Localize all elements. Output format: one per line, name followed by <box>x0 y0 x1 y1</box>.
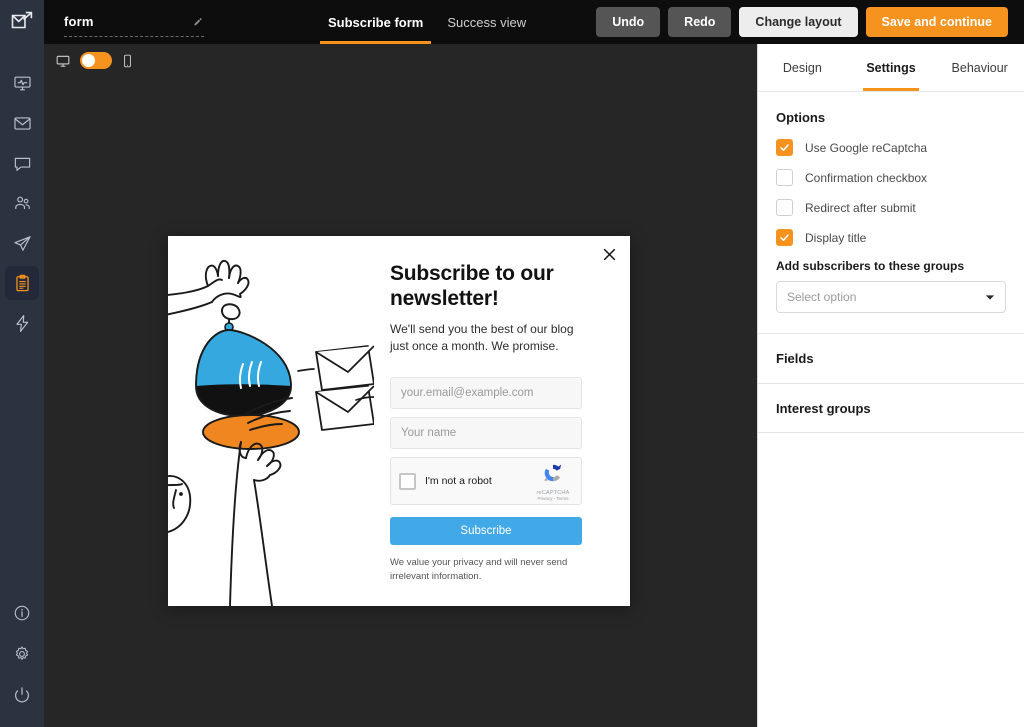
option-label: Display title <box>805 231 866 245</box>
option-confirmation-checkbox[interactable]: Confirmation checkbox <box>776 169 1006 186</box>
tab-design[interactable]: Design <box>758 44 847 91</box>
gear-icon <box>13 645 31 663</box>
recaptcha-legal-text: Privacy - Terms <box>531 496 575 501</box>
tab-design-label: Design <box>783 61 822 75</box>
email-field-placeholder: your.email@example.com <box>401 387 533 399</box>
checkmark-icon <box>779 232 790 243</box>
option-label: Confirmation checkbox <box>805 171 927 185</box>
form-clipboard-icon <box>13 274 32 293</box>
change-layout-button[interactable]: Change layout <box>739 7 857 37</box>
accordion-interest-groups[interactable]: Interest groups <box>758 383 1024 433</box>
accordion-interest-groups-label: Interest groups <box>776 401 871 416</box>
popup-close-button[interactable] <box>600 245 618 263</box>
automation-bolt-icon <box>13 314 32 333</box>
recaptcha-label: I'm not a robot <box>425 475 492 487</box>
subscribers-people-icon <box>13 194 32 213</box>
option-use-google-recaptcha[interactable]: Use Google reCaptcha <box>776 139 1006 156</box>
options-heading: Options <box>776 110 1006 125</box>
rail-bottom-items <box>0 596 44 719</box>
top-bar-actions: Undo Redo Change layout Save and continu… <box>596 0 1008 44</box>
display-title-checkbox[interactable] <box>776 229 793 246</box>
toggle-knob <box>82 54 95 67</box>
sidebar-item-dashboard[interactable] <box>5 66 39 100</box>
form-name-input[interactable]: form <box>64 7 204 37</box>
tab-settings[interactable]: Settings <box>847 44 936 91</box>
settings-panel: Design Settings Behaviour Options Use Go… <box>757 44 1024 727</box>
groups-select-value: Select option <box>787 290 985 304</box>
tab-behaviour[interactable]: Behaviour <box>935 44 1024 91</box>
left-navigation-rail <box>0 0 44 727</box>
chevron-down-icon <box>985 294 995 301</box>
info-circle-icon <box>13 604 31 622</box>
popup-form-content: Subscribe to our newsletter! We'll send … <box>374 236 630 606</box>
popup-illustration <box>168 236 374 606</box>
recaptcha-widget[interactable]: I'm not a robot reCAPTCHA Privacy - Term… <box>390 457 582 505</box>
chat-bubble-icon <box>13 154 32 173</box>
hands-lifting-cloche-with-envelopes-illustration-icon <box>168 236 374 606</box>
form-name-value: form <box>64 14 193 29</box>
device-toggle-switch[interactable] <box>80 52 112 69</box>
redo-button[interactable]: Redo <box>668 7 731 37</box>
tab-success-view-label: Success view <box>447 15 526 30</box>
groups-select[interactable]: Select option <box>776 281 1006 313</box>
name-field[interactable]: Your name <box>390 417 582 449</box>
confirmation-checkbox[interactable] <box>776 169 793 186</box>
accordion-fields-label: Fields <box>776 351 814 366</box>
dashboard-monitor-icon <box>13 74 32 93</box>
email-field[interactable]: your.email@example.com <box>390 377 582 409</box>
undo-button[interactable]: Undo <box>596 7 660 37</box>
sidebar-item-automation[interactable] <box>5 306 39 340</box>
pencil-icon[interactable] <box>193 17 202 26</box>
popup-privacy-note: We value your privacy and will never sen… <box>390 556 570 584</box>
tab-success-view[interactable]: Success view <box>435 0 538 44</box>
sidebar-item-campaigns[interactable] <box>5 106 39 140</box>
logout-button[interactable] <box>5 678 39 712</box>
popup-subtitle: We'll send you the best of our blog just… <box>390 321 580 356</box>
subscribe-button[interactable]: Subscribe <box>390 517 582 545</box>
device-preview-toggle <box>56 52 133 69</box>
tab-subscribe-form-label: Subscribe form <box>328 15 423 30</box>
popup-title: Subscribe to our newsletter! <box>390 262 560 312</box>
mobile-phone-icon[interactable] <box>122 54 133 68</box>
option-redirect-after-submit[interactable]: Redirect after submit <box>776 199 1006 216</box>
sidebar-item-subscribers[interactable] <box>5 186 39 220</box>
envelope-icon <box>13 114 32 133</box>
name-field-placeholder: Your name <box>401 427 456 439</box>
canvas-view-tabs: Subscribe form Success view <box>316 0 538 44</box>
settings-button[interactable] <box>5 637 39 671</box>
groups-field-label: Add subscribers to these groups <box>776 259 1006 273</box>
recaptcha-icon <box>542 462 564 484</box>
sidebar-item-send[interactable] <box>5 226 39 260</box>
recaptcha-checkbox[interactable] <box>399 473 416 490</box>
tab-subscribe-form[interactable]: Subscribe form <box>316 0 435 44</box>
option-label: Redirect after submit <box>805 201 916 215</box>
option-display-title[interactable]: Display title <box>776 229 1006 246</box>
form-preview-canvas: Subscribe to our newsletter! We'll send … <box>44 44 757 727</box>
use-google-recaptcha-checkbox[interactable] <box>776 139 793 156</box>
options-section: Options Use Google reCaptcha Confirmatio… <box>758 92 1024 333</box>
panel-tabs: Design Settings Behaviour <box>758 44 1024 92</box>
tab-settings-label: Settings <box>866 61 915 75</box>
recaptcha-branding: reCAPTCHA Privacy - Terms <box>531 462 575 501</box>
desktop-monitor-icon[interactable] <box>56 54 70 68</box>
save-and-continue-button[interactable]: Save and continue <box>866 7 1008 37</box>
subscribe-form-popup: Subscribe to our newsletter! We'll send … <box>168 236 630 606</box>
checkmark-icon <box>779 142 790 153</box>
power-icon <box>13 686 31 704</box>
mailerlite-logo[interactable] <box>0 0 44 44</box>
close-icon <box>603 248 616 261</box>
mailerlite-envelope-arrow-logo-icon <box>10 10 34 34</box>
paper-plane-icon <box>13 234 32 253</box>
accordion-fields[interactable]: Fields <box>758 333 1024 383</box>
sidebar-item-messages[interactable] <box>5 146 39 180</box>
sidebar-item-forms[interactable] <box>5 266 39 300</box>
rail-item-list <box>5 66 39 346</box>
redirect-after-submit-checkbox[interactable] <box>776 199 793 216</box>
help-info-button[interactable] <box>5 596 39 630</box>
tab-behaviour-label: Behaviour <box>952 61 1008 75</box>
option-label: Use Google reCaptcha <box>805 141 927 155</box>
top-bar: form Subscribe form Success view Undo Re… <box>44 0 1024 44</box>
form-builder-app: form Subscribe form Success view Undo Re… <box>0 0 1024 727</box>
